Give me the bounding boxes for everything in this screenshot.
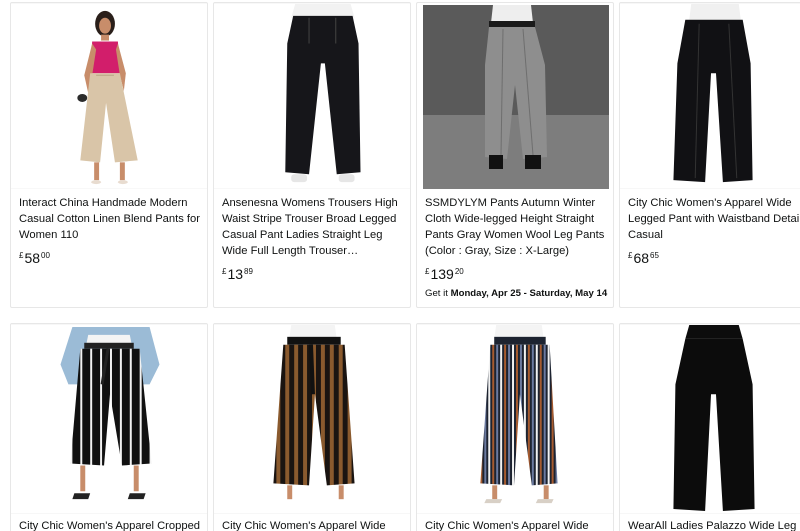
product-photo-black-trousers [214,3,410,189]
product-photo-gray-wool-pants [423,5,609,189]
delivery-info: Get it Monday, Apr 25 - Saturday, May 14 [425,288,607,299]
delivery-dates: Monday, Apr 25 - Saturday, May 14 [450,288,608,299]
product-title[interactable]: SSMDYLYM Pants Autumn Winter Cloth Wide-… [425,195,607,259]
price-whole: 13 [227,266,244,282]
product-price: £ 139 20 [425,266,607,282]
product-card[interactable]: City Chic Women's Apparel Cropped [10,323,208,531]
product-card[interactable]: Interact China Handmade Modern Casual Co… [10,2,208,308]
product-price: £ 68 65 [628,250,800,266]
price-fraction: 20 [454,267,464,276]
product-image[interactable] [620,324,800,514]
product-image[interactable] [423,5,609,189]
product-image[interactable] [11,3,207,189]
price-currency: £ [425,267,430,276]
product-card[interactable]: City Chic Women's Apparel Wide Legged Pa… [619,2,800,308]
product-title[interactable]: Ansenesna Womens Trousers High Waist Str… [222,195,404,259]
product-image[interactable] [214,324,410,514]
product-image[interactable] [417,324,613,514]
product-title[interactable]: WearAll Ladies Palazzo Wide Leg [628,518,800,531]
product-photo-black-white-striped-cropped [11,324,207,514]
price-whole: 58 [24,250,41,266]
product-card[interactable]: City Chic Women's Apparel Wide [213,323,411,531]
product-title[interactable]: City Chic Women's Apparel Wide [425,518,607,531]
product-title[interactable]: City Chic Women's Apparel Wide Legged Pa… [628,195,800,243]
product-photo-brown-striped-pants [214,324,410,514]
price-whole: 139 [430,266,454,282]
price-currency: £ [19,251,24,260]
product-image[interactable] [214,3,410,189]
price-currency: £ [628,251,633,260]
product-price: £ 58 00 [19,250,201,266]
product-card[interactable]: Ansenesna Womens Trousers High Waist Str… [213,2,411,308]
price-whole: 68 [633,250,650,266]
product-title[interactable]: City Chic Women's Apparel Wide [222,518,404,531]
product-title[interactable]: City Chic Women's Apparel Cropped [19,518,201,531]
product-photo-black-palazzo [620,325,800,513]
product-title[interactable]: Interact China Handmade Modern Casual Co… [19,195,201,243]
product-image[interactable] [11,324,207,514]
product-card[interactable]: SSMDYLYM Pants Autumn Winter Cloth Wide-… [416,2,614,308]
product-photo-multicolor-striped-pants [417,324,613,514]
product-image[interactable] [620,3,800,189]
product-photo-black-wide-leg [620,3,800,189]
price-fraction: 89 [244,267,253,276]
product-card[interactable]: City Chic Women's Apparel Wide [416,323,614,531]
price-currency: £ [222,267,227,276]
product-card[interactable]: WearAll Ladies Palazzo Wide Leg [619,323,800,531]
price-fraction: 65 [650,251,659,260]
product-grid: Interact China Handmade Modern Casual Co… [0,0,800,531]
product-photo-woman-beige-pants [11,3,207,189]
delivery-prefix: Get it [425,288,451,299]
price-fraction: 00 [41,251,50,260]
product-price: £ 13 89 [222,266,404,282]
